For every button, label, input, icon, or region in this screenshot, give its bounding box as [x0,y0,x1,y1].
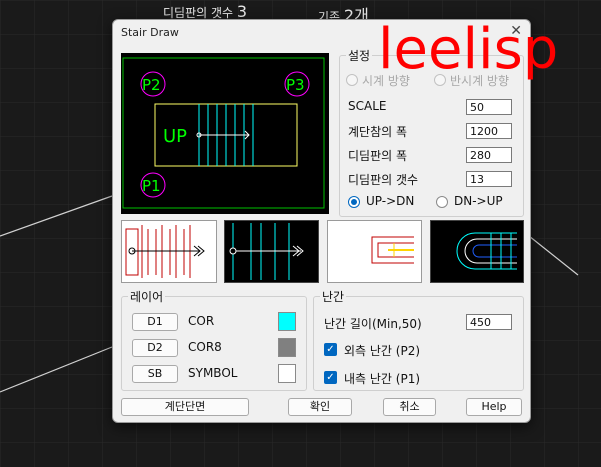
scale-label: SCALE [348,99,387,113]
label-p1: P1 [142,177,161,195]
cancel-button[interactable]: 취소 [383,398,436,416]
radio-dn-up[interactable] [436,196,448,208]
stair-section-button[interactable]: 계단단면 [121,398,249,416]
scale-input[interactable]: 50 [466,99,512,115]
tread-width-input[interactable]: 280 [466,147,512,163]
tread-width-label: 디딤판의 폭 [348,149,408,163]
stair-preview: P2 P3 P1 UP [121,53,329,214]
radio-up-dn-label: UP->DN [366,194,415,208]
label-p2: P2 [142,76,161,94]
watermark-text: leelisp [378,17,559,82]
layer-group: 레이어 D1 COR D2 COR8 SB SYMBOL [121,288,307,391]
thumb-landing-dark-drawing [456,232,517,270]
radio-up-dn[interactable] [348,196,360,208]
railing-length-label: 난간 길이(Min,50) [324,317,422,331]
radio-dn-up-label: DN->UP [454,194,503,208]
label-up: UP [163,126,187,147]
landing-width-label: 계단참의 폭 [348,125,408,139]
landing-width-input[interactable]: 1200 [466,123,512,139]
thumb-red-stair[interactable] [121,220,217,283]
layer-sb-button[interactable]: SB [132,365,178,383]
railing-legend: 난간 [320,288,347,305]
layer-sb-color-swatch[interactable] [278,364,296,383]
layer-d2-color-swatch[interactable] [278,338,296,357]
inner-railing-label: 내측 난간 (P1) [344,372,421,386]
layer-legend: 레이어 [128,288,166,305]
inner-railing-checkbox[interactable]: ✓ [324,371,337,384]
outer-railing-label: 외측 난간 (P2) [344,344,421,358]
thumb-red-stair-drawing [125,225,205,278]
thumb-landing-light[interactable] [327,220,422,283]
stair-preview-drawing: P2 P3 P1 UP [122,57,325,209]
thumb-cyan-stair[interactable] [224,220,319,283]
layer-d2-button[interactable]: D2 [132,339,178,357]
railing-group: 난간 난간 길이(Min,50) 450 ✓ 외측 난간 (P2) ✓ 내측 난… [313,288,524,391]
layer-d1-button[interactable]: D1 [132,313,178,331]
layer-d1-name: COR [188,314,215,328]
tread-count-label: 디딤판의 갯수 [348,173,419,187]
layer-sb-name: SYMBOL [188,366,238,380]
settings-legend: 설정 [346,47,373,64]
thumb-landing-light-drawing [371,236,414,264]
ok-button[interactable]: 확인 [288,398,352,416]
tread-count-input[interactable]: 13 [466,171,512,187]
help-button[interactable]: Help [466,398,522,416]
thumb-landing-dark[interactable] [430,220,524,283]
railing-length-input[interactable]: 450 [466,314,512,330]
cad-count-label: 디딤판의 갯수 [163,6,234,20]
thumb-cyan-stair-drawing [229,223,304,280]
layer-d1-color-swatch[interactable] [278,312,296,331]
layer-d2-name: COR8 [188,340,222,354]
dialog-title: Stair Draw [121,26,179,39]
outer-railing-checkbox[interactable]: ✓ [324,343,337,356]
radio-clockwise[interactable] [346,74,358,86]
label-p3: P3 [286,76,305,94]
